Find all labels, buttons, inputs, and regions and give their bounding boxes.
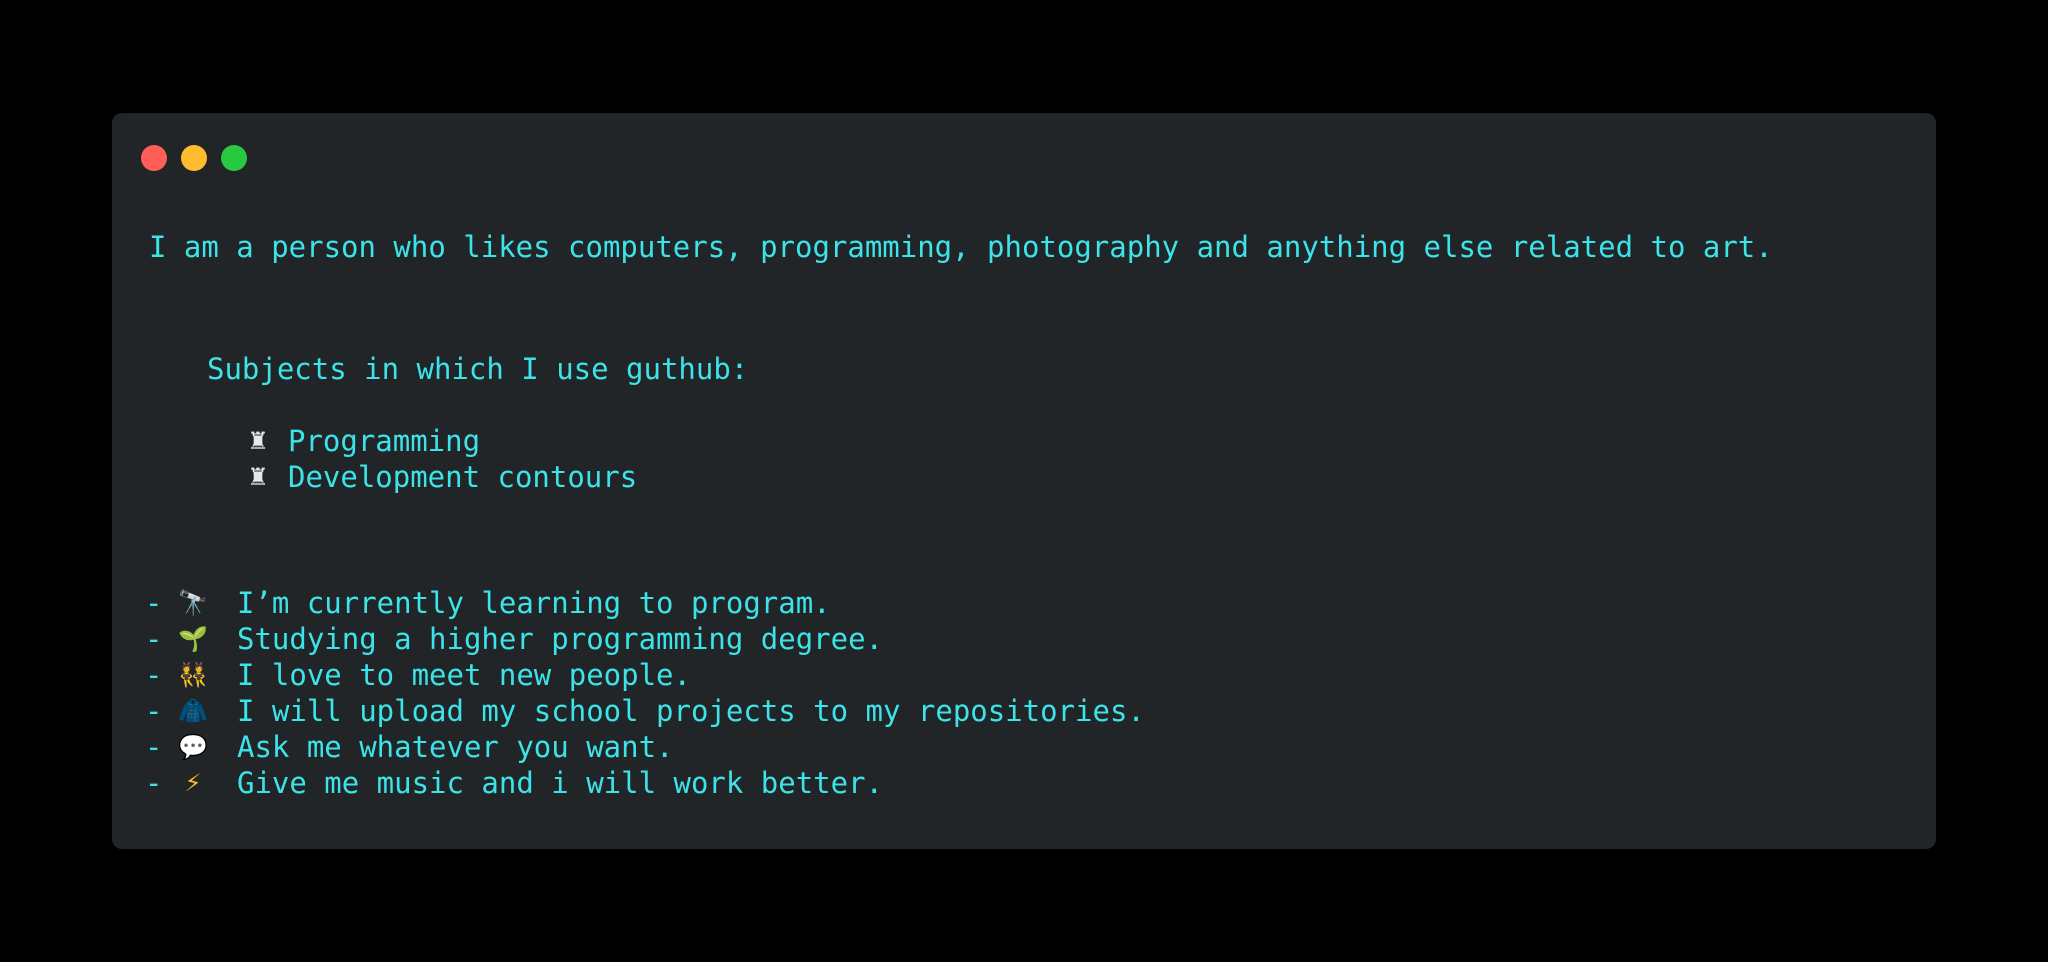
seedling-icon: 🌱 [178, 625, 208, 653]
telescope-icon: 🔭 [178, 589, 208, 617]
fact-text: Give me music and i will work better. [237, 766, 884, 800]
bullet-dash: - [145, 730, 163, 764]
minimize-button[interactable] [181, 145, 207, 171]
terminal-window: I am a person who likes computers, progr… [112, 113, 1936, 849]
close-button[interactable] [141, 145, 167, 171]
lightning-icon: ⚡ [184, 769, 202, 797]
list-item: - 👯 I love to meet new people. [145, 657, 1145, 693]
bullet-dash: - [145, 658, 163, 692]
rook-icon: ♜ [247, 463, 269, 491]
bullet-dash: - [145, 766, 163, 800]
subjects-list: ♜ Programming ♜ Development contours [244, 423, 637, 495]
fact-text: I love to meet new people. [237, 658, 691, 692]
jacket-icon: 🧥 [178, 697, 208, 725]
list-item: ♜ Programming [244, 423, 637, 459]
list-item: - ⚡ Give me music and i will work better… [145, 765, 1145, 801]
bullet-dash: - [145, 586, 163, 620]
people-icon: 👯 [178, 661, 208, 689]
list-item: - 💬 Ask me whatever you want. [145, 729, 1145, 765]
list-item: - 🧥 I will upload my school projects to … [145, 693, 1145, 729]
fact-text: Studying a higher programming degree. [237, 622, 884, 656]
list-item: - 🌱 Studying a higher programming degree… [145, 621, 1145, 657]
fact-text: Ask me whatever you want. [237, 730, 674, 764]
rook-icon: ♜ [247, 427, 269, 455]
window-controls [141, 145, 247, 171]
fact-text: I’m currently learning to program. [237, 586, 831, 620]
facts-list: - 🔭 I’m currently learning to program. -… [145, 585, 1145, 801]
list-item: - 🔭 I’m currently learning to program. [145, 585, 1145, 621]
subjects-heading: Subjects in which I use guthub: [207, 352, 749, 386]
bullet-dash: - [145, 622, 163, 656]
maximize-button[interactable] [221, 145, 247, 171]
subject-label: Programming [288, 424, 481, 458]
intro-text: I am a person who likes computers, progr… [149, 230, 1773, 264]
speech-bubble-icon: 💬 [178, 733, 208, 761]
subject-label: Development contours [288, 460, 638, 494]
fact-text: I will upload my school projects to my r… [237, 694, 1145, 728]
bullet-dash: - [145, 694, 163, 728]
list-item: ♜ Development contours [244, 459, 637, 495]
